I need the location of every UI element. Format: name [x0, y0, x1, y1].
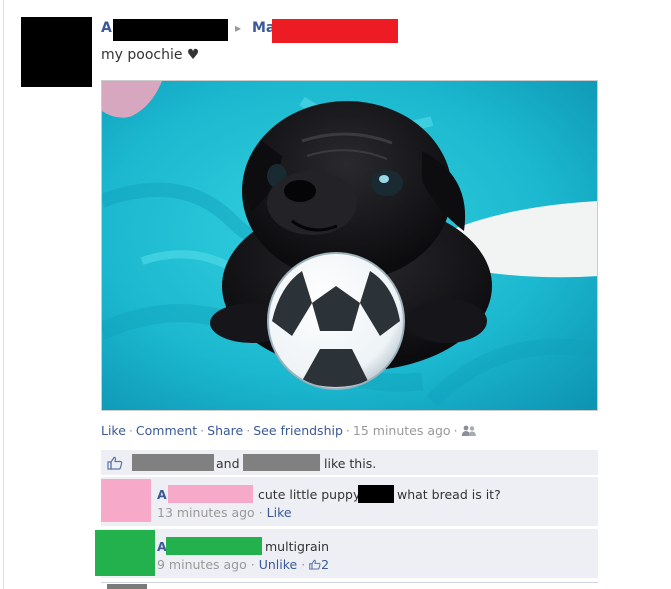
comment-text-continued: what bread is it?	[397, 487, 501, 502]
next-commenter-avatar	[107, 584, 147, 589]
thumbs-up-icon	[107, 455, 123, 470]
left-border	[3, 0, 4, 589]
puppy-photo-illustration	[102, 81, 597, 410]
like-link[interactable]: Like	[101, 423, 126, 438]
post-timestamp[interactable]: 15 minutes ago	[353, 423, 451, 438]
likes-suffix: like this.	[324, 456, 377, 471]
liker-name-redaction[interactable]	[132, 454, 214, 471]
comment-like-count[interactable]: 2	[309, 557, 329, 572]
commenter-name-redaction	[166, 537, 262, 555]
mention-redaction	[358, 485, 394, 503]
separator: ·	[258, 505, 263, 520]
author-name-redaction	[113, 19, 228, 41]
share-link[interactable]: Share	[207, 423, 243, 438]
likes-conjunction: and	[216, 456, 240, 471]
post-action-bar: Like · Comment · Share · See friendship · 15 min…	[101, 423, 477, 440]
recipient-name-redaction	[272, 19, 398, 43]
commenter-avatar[interactable]	[95, 530, 155, 576]
separator: ·	[128, 423, 133, 438]
author-name[interactable]: A	[101, 20, 112, 36]
separator: ·	[453, 423, 458, 438]
thumbs-up-icon	[309, 559, 321, 570]
commenter-name-redaction	[168, 485, 253, 503]
author-avatar[interactable]	[21, 17, 92, 87]
comment-text: cute little puppy	[258, 487, 361, 502]
liker-name-redaction-2[interactable]	[243, 454, 320, 471]
friends-icon[interactable]	[461, 425, 477, 440]
comment-like-link[interactable]: Like	[267, 505, 292, 520]
post-photo[interactable]	[101, 80, 598, 411]
next-comment-edge	[101, 582, 598, 583]
comment-text: multigrain	[265, 539, 330, 554]
commenter-name[interactable]: A	[157, 487, 167, 502]
comment-link[interactable]: Comment	[136, 423, 197, 438]
separator: ·	[301, 557, 306, 572]
separator: ·	[345, 423, 350, 438]
see-friendship-link[interactable]: See friendship	[253, 423, 343, 438]
arrow-icon: ▸	[235, 21, 242, 35]
comment-meta: 9 minutes ago · Unlike · 2	[157, 557, 329, 572]
commenter-avatar[interactable]	[101, 479, 151, 522]
separator: ·	[200, 423, 205, 438]
comment-meta: 13 minutes ago · Like	[157, 505, 292, 520]
separator: ·	[250, 557, 255, 572]
separator: ·	[246, 423, 251, 438]
comment-unlike-link[interactable]: Unlike	[259, 557, 298, 572]
post-message: my poochie ♥	[101, 47, 200, 63]
comment-timestamp[interactable]: 9 minutes ago	[157, 557, 247, 572]
comment-timestamp[interactable]: 13 minutes ago	[157, 505, 255, 520]
like-count-value: 2	[321, 557, 330, 572]
